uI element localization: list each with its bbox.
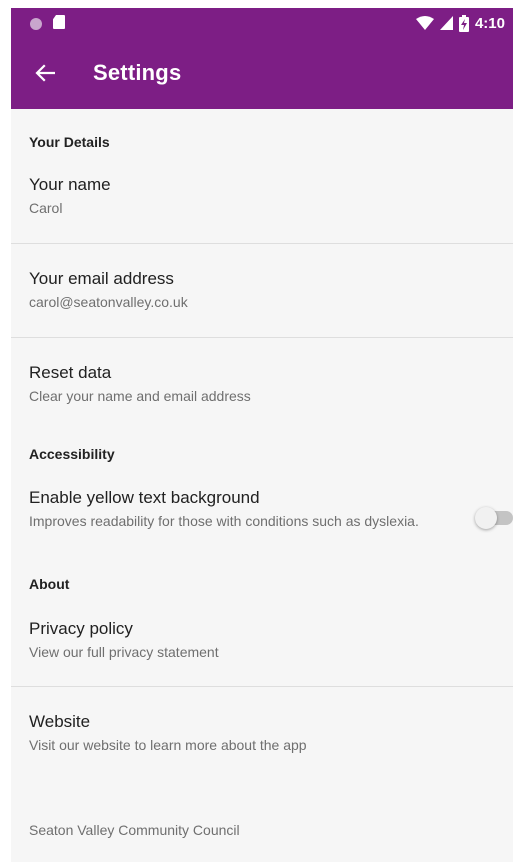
pref-privacy-policy[interactable]: Privacy policy View our full privacy sta…	[11, 619, 513, 662]
status-time: 4:10	[474, 14, 505, 32]
toggle-thumb	[475, 507, 497, 529]
pref-website[interactable]: Website Visit our website to learn more …	[11, 712, 513, 755]
pref-title: Reset data	[29, 363, 112, 382]
top-margin	[0, 0, 513, 8]
sd-card-icon	[53, 15, 65, 29]
app-bar: 4:10 Settings	[11, 8, 513, 109]
pref-summary: Carol	[29, 200, 63, 216]
pref-summary: View our full privacy statement	[29, 644, 219, 660]
pref-title: Privacy policy	[29, 619, 133, 638]
pref-summary: carol@seatonvalley.co.uk	[29, 294, 188, 310]
page-title: Settings	[93, 60, 182, 85]
settings-list: Your Details Your name Carol Your email …	[11, 109, 513, 862]
section-header-accessibility: Accessibility	[29, 446, 115, 462]
pref-title: Your email address	[29, 269, 174, 288]
settings-screen: 4:10 Settings Your Details Your name Car…	[0, 0, 513, 862]
pref-summary: Improves readability for those with cond…	[29, 513, 419, 529]
pref-summary: Visit our website to learn more about th…	[29, 737, 307, 753]
section-header-about: About	[29, 576, 70, 592]
arrow-left-icon	[35, 64, 55, 82]
toolbar: Settings	[11, 48, 513, 98]
section-header-your-details: Your Details	[29, 134, 110, 150]
pref-your-name[interactable]: Your name Carol	[11, 175, 513, 218]
notification-dot-icon	[30, 18, 42, 30]
wifi-icon	[415, 16, 434, 30]
pref-email-address[interactable]: Your email address carol@seatonvalley.co…	[11, 269, 513, 312]
yellow-background-toggle[interactable]	[475, 507, 513, 529]
cell-signal-icon	[439, 16, 453, 30]
pref-yellow-background[interactable]: Enable yellow text background Improves r…	[11, 488, 513, 531]
back-button[interactable]	[23, 51, 67, 95]
pref-reset-data[interactable]: Reset data Clear your name and email add…	[11, 363, 513, 406]
pref-title: Enable yellow text background	[29, 488, 260, 507]
status-bar: 4:10	[11, 8, 513, 38]
council-footer: Seaton Valley Community Council	[29, 822, 240, 838]
pref-summary: Clear your name and email address	[29, 388, 251, 404]
pref-title: Website	[29, 712, 91, 731]
pref-title: Your name	[29, 175, 111, 194]
status-bar-right: 4:10	[415, 12, 505, 34]
battery-charging-icon	[458, 14, 469, 32]
